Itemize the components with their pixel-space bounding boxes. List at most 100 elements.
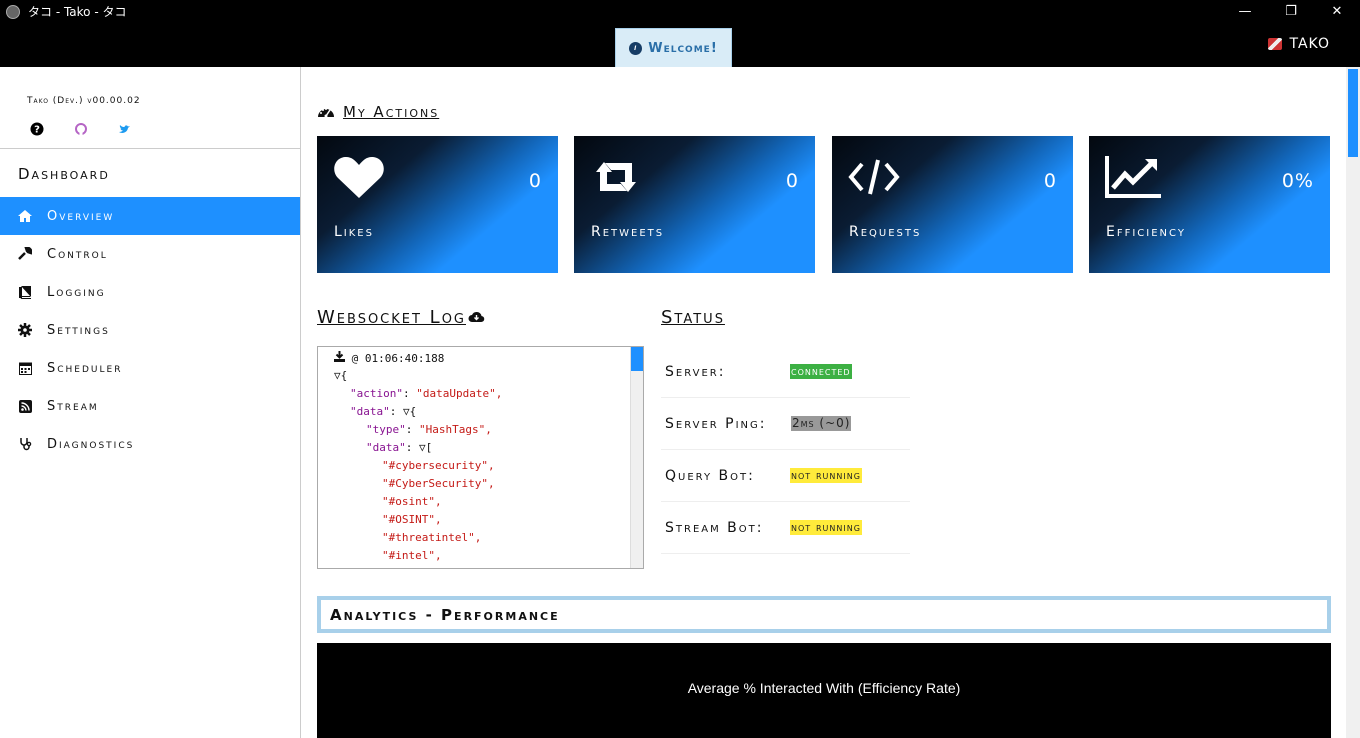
sidebar-item-label: Scheduler — [47, 360, 123, 376]
websocket-log-heading: Websocket Log — [317, 307, 485, 328]
sidebar-nav: Overview Control Logging Settings Schedu… — [0, 197, 300, 463]
status-row-query-bot: Query Bot: not running — [661, 450, 910, 502]
social-links: ? — [30, 121, 132, 136]
log-line: "#osint", — [382, 495, 442, 508]
window-title: タコ - Tako - タコ — [28, 5, 127, 19]
websocket-log-panel[interactable]: @ 01:06:40:188 ▽{ "action": "dataUpdate"… — [317, 346, 644, 569]
log-line: "#cybersecurity", — [382, 459, 495, 472]
heart-icon — [333, 154, 385, 200]
log-line: "#intel", — [382, 549, 442, 562]
user-name: TAKO — [1289, 36, 1330, 52]
book-icon — [18, 285, 32, 299]
cloud-download-icon — [468, 307, 485, 328]
likes-card: 0 Likes — [317, 136, 558, 273]
close-button[interactable]: ✕ — [1314, 0, 1360, 23]
welcome-label: Welcome! — [648, 40, 718, 56]
status-badge: connected — [790, 364, 852, 379]
likes-label: Likes — [334, 224, 374, 240]
app-header: i Welcome! TAKO — [0, 23, 1360, 67]
efficiency-chart: Average % Interacted With (Efficiency Ra… — [317, 643, 1331, 738]
log-line: "action": "dataUpdate", — [350, 387, 503, 400]
svg-text:?: ? — [34, 125, 40, 136]
rss-icon — [18, 399, 32, 413]
sidebar-item-logging[interactable]: Logging — [0, 273, 300, 311]
retweets-card: 0 Retweets — [574, 136, 815, 273]
collapse-triangle-icon[interactable]: ▽ — [334, 369, 341, 382]
user-avatar-icon — [1267, 38, 1282, 50]
app-version: Tako (Dev.) v00.00.02 — [27, 96, 141, 106]
maximize-button[interactable]: ❐ — [1268, 0, 1314, 23]
sidebar-divider — [0, 148, 300, 149]
log-line: "#OSINT", — [382, 513, 442, 526]
dashboard-gauge-icon — [317, 105, 335, 119]
my-actions-title: My Actions — [343, 103, 440, 121]
status-label: Query Bot: — [665, 467, 755, 484]
status-row-ping: Server Ping: 2ms (~0) — [661, 398, 910, 450]
status-badge: not running — [790, 520, 862, 535]
requests-label: Requests — [849, 224, 922, 240]
status-label: Stream Bot: — [665, 519, 764, 536]
log-line: "type": "HashTags", — [366, 423, 492, 436]
main-scrollbar-thumb[interactable] — [1348, 69, 1358, 157]
analytics-panel-header: Analytics - Performance — [317, 596, 1331, 633]
download-icon[interactable] — [334, 351, 345, 365]
main-scrollbar[interactable] — [1346, 67, 1360, 738]
sidebar-item-overview[interactable]: Overview — [0, 197, 300, 235]
log-line: "#CyberSecurity", — [382, 477, 495, 490]
collapse-triangle-icon[interactable]: ▽ — [403, 405, 410, 418]
dashboard-title: Dashboard — [18, 165, 110, 183]
sidebar-item-label: Overview — [47, 208, 115, 224]
efficiency-label: Efficiency — [1106, 224, 1186, 240]
status-row-server: Server: connected — [661, 346, 910, 398]
gear-icon — [18, 323, 32, 337]
sidebar-item-control[interactable]: Control — [0, 235, 300, 273]
log-line: "data": ▽{ — [350, 405, 417, 418]
stethoscope-icon — [18, 437, 32, 451]
app-globe-icon — [6, 4, 20, 19]
websocket-log-title: Websocket Log — [317, 307, 466, 328]
user-menu[interactable]: TAKO — [1267, 36, 1330, 52]
github-icon[interactable] — [74, 121, 88, 135]
chart-title: Average % Interacted With (Efficiency Ra… — [687, 680, 961, 696]
sidebar-item-scheduler[interactable]: Scheduler — [0, 349, 300, 387]
minimize-button[interactable]: — — [1222, 0, 1268, 23]
sidebar-item-label: Settings — [47, 322, 110, 338]
log-entry-header: @ 01:06:40:188 — [334, 351, 444, 365]
info-icon: i — [629, 41, 643, 55]
requests-card: 0 Requests — [832, 136, 1073, 273]
status-row-stream-bot: Stream Bot: not running — [661, 502, 910, 554]
sidebar-item-settings[interactable]: Settings — [0, 311, 300, 349]
sidebar-item-stream[interactable]: Stream — [0, 387, 300, 425]
log-line: ▽{ — [334, 369, 348, 382]
help-icon[interactable]: ? — [30, 121, 44, 136]
twitter-icon[interactable] — [118, 121, 132, 135]
retweet-icon — [590, 154, 642, 200]
requests-count: 0 — [1043, 170, 1057, 192]
retweets-label: Retweets — [591, 224, 665, 240]
log-timestamp: @ 01:06:40:188 — [351, 352, 445, 365]
main-content: My Actions 0 Likes 0 Retweets 0 Requests… — [301, 67, 1346, 738]
sidebar-item-label: Logging — [47, 284, 106, 300]
wrench-icon — [18, 247, 32, 261]
analytics-title: Analytics - Performance — [330, 605, 560, 624]
log-line: "#threatintel", — [382, 531, 482, 544]
window-titlebar: タコ - Tako - タコ — ❐ ✕ — [0, 0, 1360, 23]
log-scrollbar-thumb[interactable] — [631, 347, 643, 371]
collapse-triangle-icon[interactable]: ▽ — [419, 441, 426, 454]
sidebar-item-label: Diagnostics — [47, 436, 135, 452]
sidebar-item-diagnostics[interactable]: Diagnostics — [0, 425, 300, 463]
retweets-count: 0 — [785, 170, 799, 192]
status-label: Server Ping: — [665, 415, 767, 432]
status-badge: 2ms (~0) — [791, 416, 852, 431]
home-icon — [18, 209, 32, 223]
log-line: "data": ▽[ — [366, 441, 433, 454]
log-scrollbar[interactable] — [630, 347, 643, 568]
my-actions-heading: My Actions — [317, 103, 439, 121]
efficiency-value: 0% — [1281, 170, 1314, 192]
efficiency-card: 0% Efficiency — [1089, 136, 1330, 273]
status-table: Server: connected Server Ping: 2ms (~0) … — [661, 346, 910, 554]
welcome-tab[interactable]: i Welcome! — [615, 28, 732, 67]
status-badge: not running — [790, 468, 862, 483]
status-label: Server: — [665, 363, 726, 380]
calendar-icon — [18, 361, 32, 375]
